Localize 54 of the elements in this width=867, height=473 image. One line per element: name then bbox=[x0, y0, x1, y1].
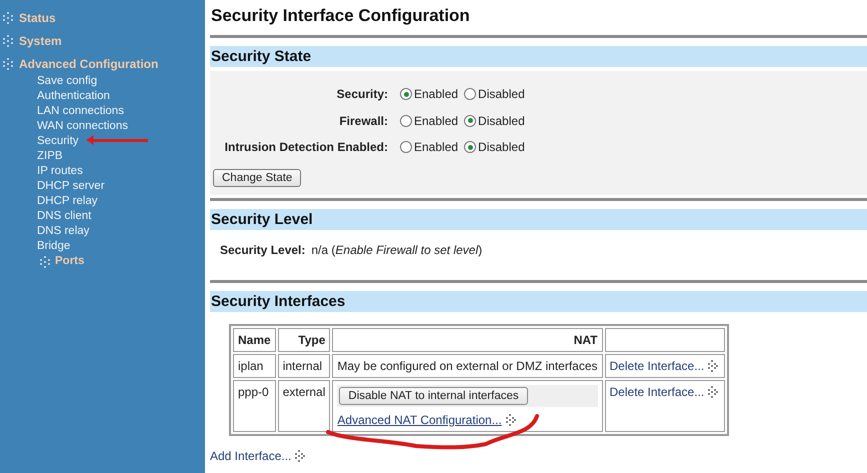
dotted-arrow-icon bbox=[293, 450, 306, 462]
sidebar-item[interactable]: Save config bbox=[37, 74, 205, 89]
radio-option[interactable]: Enabled bbox=[400, 140, 458, 154]
disable-nat-button[interactable]: Disable NAT to internal interfaces bbox=[339, 386, 528, 404]
sidebar-item[interactable]: DHCP server bbox=[37, 179, 205, 194]
column-header: Type bbox=[278, 328, 330, 352]
table-cell: May be configured on external or DMZ interfaces bbox=[332, 354, 603, 378]
dotted-arrow-icon bbox=[2, 12, 14, 24]
radio-option[interactable]: Enabled bbox=[400, 114, 458, 128]
sidebar-section[interactable]: Status bbox=[0, 8, 205, 31]
field-label: Intrusion Detection Enabled: bbox=[224, 140, 389, 154]
field-value: n/a (Enable Firewall to set level) bbox=[311, 242, 482, 256]
table-cell: iplan bbox=[233, 354, 276, 378]
dotted-arrow-icon bbox=[504, 414, 516, 426]
field-label: Security: bbox=[336, 87, 389, 102]
advanced-nat-link[interactable]: Advanced NAT Configuration... bbox=[337, 412, 516, 426]
dotted-arrow-icon bbox=[39, 256, 51, 268]
add-interface-link[interactable]: Add Interface... bbox=[210, 448, 306, 462]
delete-interface-link[interactable]: Delete Interface... bbox=[610, 358, 718, 372]
radio-option[interactable]: Disabled bbox=[464, 140, 525, 154]
radio-option[interactable]: Disabled bbox=[464, 87, 525, 102]
field-label: Firewall: bbox=[338, 114, 389, 128]
sidebar-item[interactable]: LAN connections bbox=[37, 104, 205, 119]
radio-option[interactable]: Enabled bbox=[400, 87, 458, 102]
sidebar-item[interactable]: DNS relay bbox=[37, 224, 205, 239]
section-heading: Security State bbox=[210, 46, 867, 67]
sidebar-item[interactable]: WAN connections bbox=[37, 119, 205, 134]
table-cell: external bbox=[278, 380, 330, 432]
change-state-button[interactable]: Change State bbox=[213, 168, 302, 186]
dotted-arrow-icon bbox=[2, 58, 14, 70]
sidebar-group[interactable]: Ports bbox=[37, 254, 205, 269]
sidebar-item[interactable]: Security bbox=[37, 134, 205, 149]
table-cell: ppp-0 bbox=[233, 380, 276, 432]
column-header: NAT bbox=[332, 328, 603, 352]
sidebar-item[interactable]: Authentication bbox=[37, 89, 205, 104]
page-title: Security Interface Configuration bbox=[211, 6, 471, 26]
table-cell: internal bbox=[278, 354, 330, 378]
sidebar-section[interactable]: Advanced Configuration bbox=[0, 54, 205, 77]
dotted-arrow-icon bbox=[706, 360, 718, 372]
annotation-arrow bbox=[84, 134, 150, 146]
sidebar-section[interactable]: System bbox=[0, 31, 205, 54]
field-label: Security Level: bbox=[220, 242, 306, 256]
delete-interface-link[interactable]: Delete Interface... bbox=[610, 384, 718, 398]
sidebar-item[interactable]: DNS client bbox=[37, 209, 205, 224]
sidebar-item[interactable]: Bridge bbox=[37, 239, 205, 254]
dotted-arrow-icon bbox=[2, 35, 14, 47]
sidebar-item[interactable]: DHCP relay bbox=[37, 194, 205, 209]
section-heading: Security Interfaces bbox=[210, 290, 867, 312]
section-heading: Security Level bbox=[210, 208, 867, 230]
column-header: Name bbox=[233, 328, 276, 352]
dotted-arrow-icon bbox=[706, 386, 718, 398]
sidebar-item[interactable]: IP routes bbox=[37, 164, 205, 179]
sidebar-item[interactable]: ZIPB bbox=[37, 149, 205, 164]
radio-option[interactable]: Disabled bbox=[464, 114, 525, 128]
